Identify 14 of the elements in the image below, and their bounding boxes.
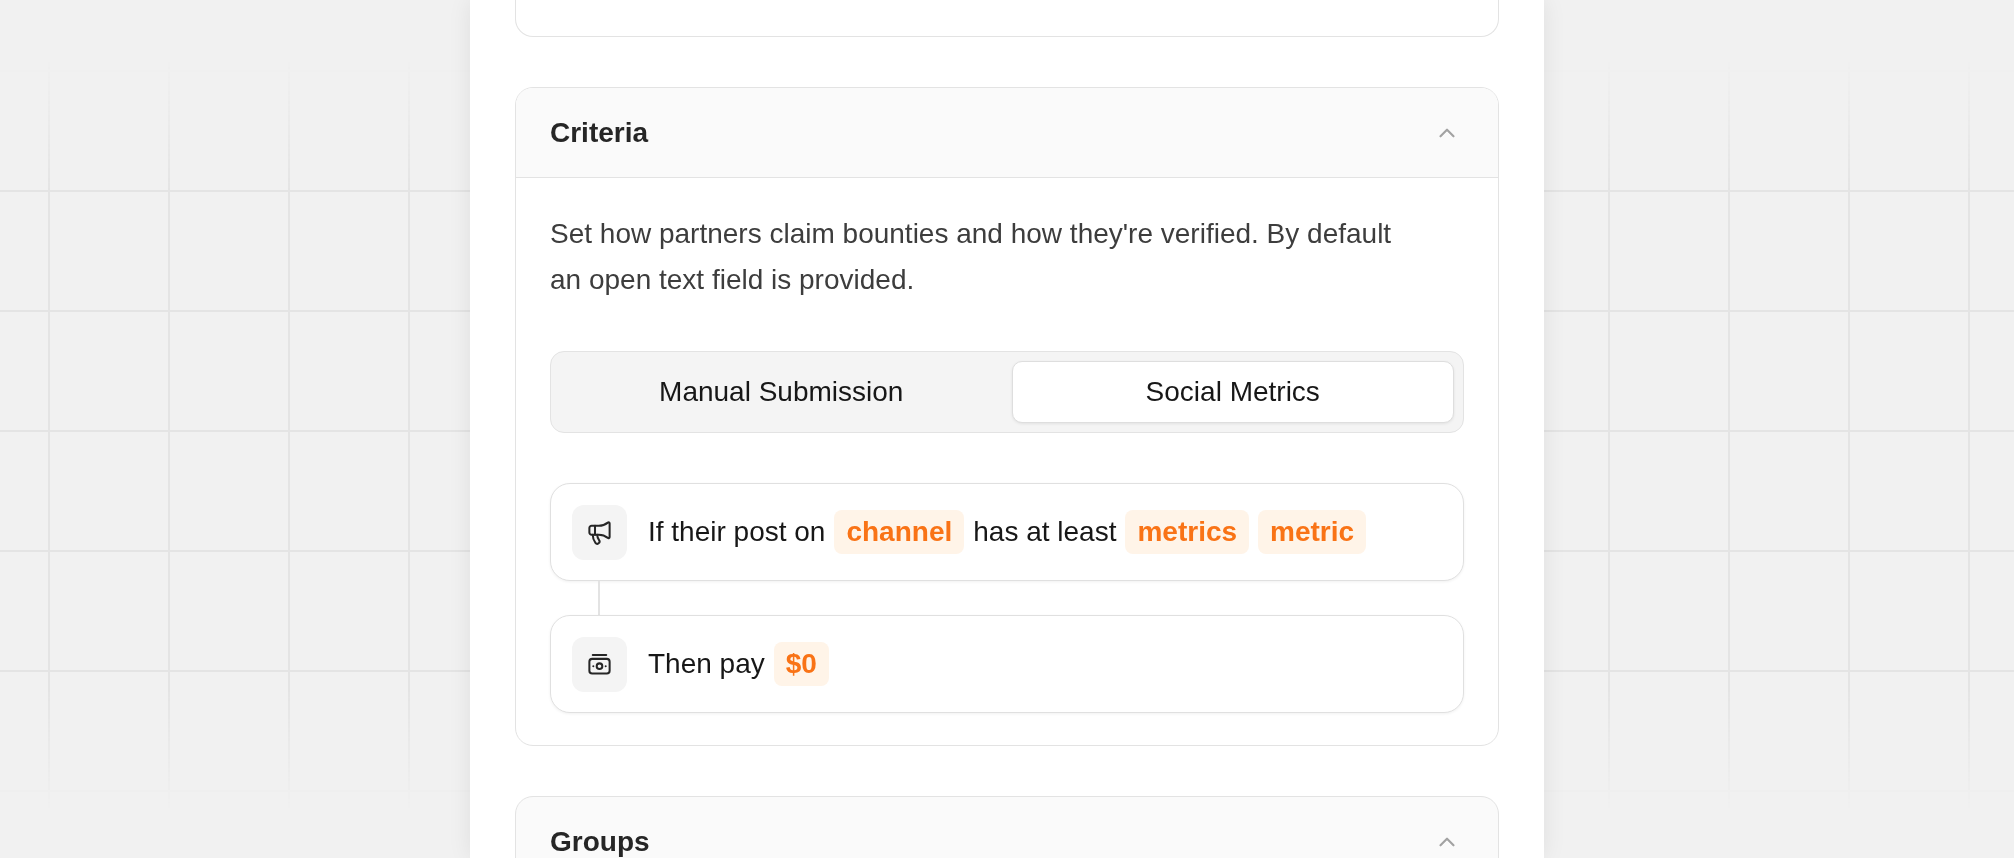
rule-text: Then pay [648, 647, 765, 681]
section-description: Set how partners claim bounties and how they're verified. By default an open text field is provided. [550, 217, 1393, 297]
mode-tab[interactable]: Manual Submission [560, 361, 1003, 423]
section-title: Groups [550, 824, 650, 858]
variable-chip[interactable]: metric [1258, 510, 1367, 554]
banknote-icon [572, 636, 627, 692]
variable-chip[interactable]: metrics [1125, 510, 1250, 554]
mode-tab[interactable]: Social Metrics [1011, 361, 1454, 423]
section-title: Criteria [550, 115, 649, 150]
megaphone-icon [572, 504, 627, 560]
variable-chip[interactable]: $0 [773, 642, 829, 686]
rule-text: If their post on [648, 515, 826, 549]
variable-chip[interactable]: channel [834, 510, 965, 554]
rule-text: has at least [973, 515, 1117, 549]
